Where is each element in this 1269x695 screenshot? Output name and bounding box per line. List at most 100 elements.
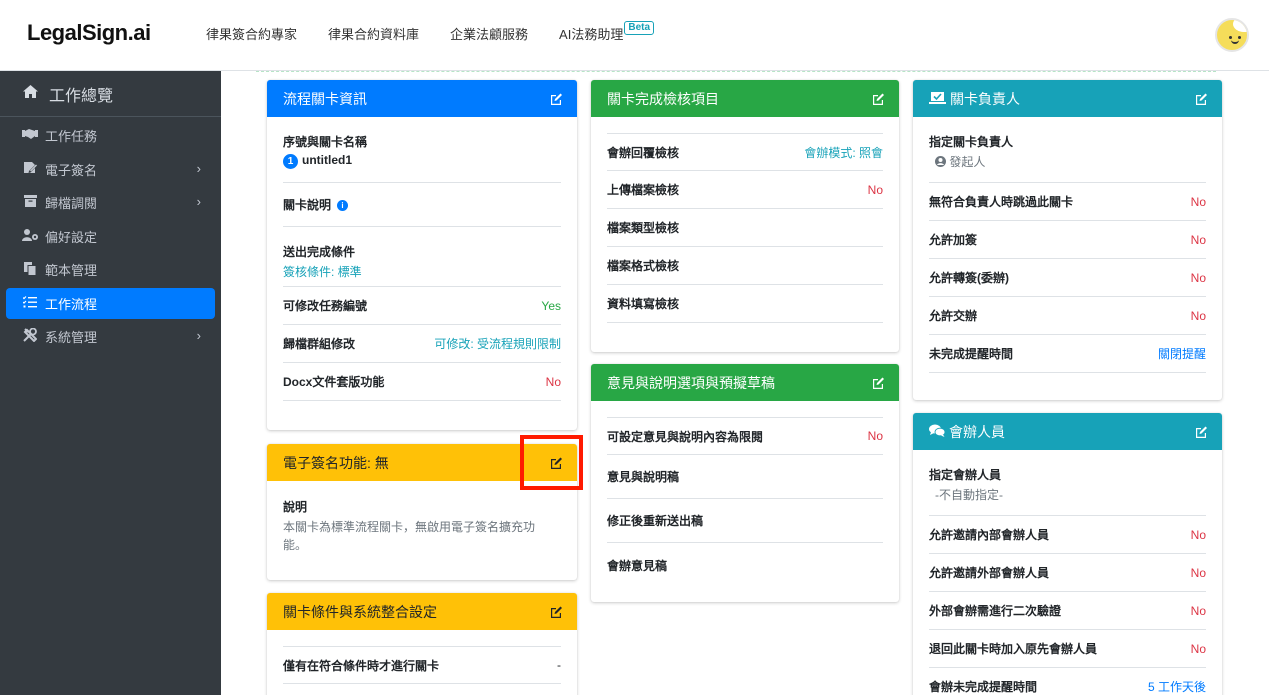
card-header: 關卡條件與系統整合設定: [267, 593, 577, 630]
chevron-right-icon: ›: [196, 194, 201, 209]
row-value: No: [1190, 603, 1206, 618]
sidebar-item-label: 偏好設定: [45, 229, 98, 245]
sidebar-item-system[interactable]: 系統管理 ›: [6, 321, 215, 352]
seq-label: 序號與關卡名稱: [283, 135, 368, 149]
table-row: 上傳檔案檢核 No: [607, 171, 883, 209]
assign-value: 發起人: [949, 155, 986, 169]
assign-block: 指定會辦人員 -不自動指定-: [929, 450, 1206, 516]
sidebar-item-label: 電子簽名: [45, 162, 98, 178]
card-header: 會辦人員: [913, 413, 1222, 450]
row-label: 外部會辦需進行二次驗證: [929, 604, 1062, 618]
row-value: No: [1190, 194, 1206, 209]
row-label: 未完成提醒時間: [929, 347, 1014, 361]
user-circle-icon: [935, 155, 946, 169]
card-title: 意見與說明選項與預擬草稿: [607, 374, 775, 391]
row-value: No: [867, 182, 883, 197]
signature-icon: [21, 161, 39, 177]
sidebar-item-preferences[interactable]: 偏好設定: [6, 221, 215, 252]
row-value: -: [557, 658, 561, 672]
user-avatar[interactable]: [1215, 18, 1249, 52]
card-header: 意見與說明選項與預擬草稿: [591, 364, 899, 401]
edit-icon[interactable]: [1195, 92, 1208, 105]
nav-link-contract-expert[interactable]: 律果簽合約專家: [206, 24, 297, 43]
copy-icon: [21, 261, 39, 278]
card-header: 流程關卡資訊: [267, 80, 577, 117]
nav-link-ai-assistant[interactable]: AI法務助理 Beta: [559, 21, 655, 43]
row-label: 歸檔群組修改: [283, 337, 356, 351]
edit-icon[interactable]: [550, 605, 563, 618]
row-label: 可修改任務編號: [283, 299, 368, 313]
table-row: 歸檔群組修改 可修改: 受流程規則限制: [283, 325, 561, 363]
flow-info-card: 流程關卡資訊 序號與關卡名稱 1 untitled1 關卡說明 i 送出完成條件 簽…: [267, 80, 577, 430]
sidebar-item-templates[interactable]: 範本管理: [6, 254, 215, 285]
submit-label: 送出完成條件: [283, 245, 356, 259]
sidebar-item-tasks[interactable]: 工作任務: [6, 120, 215, 151]
table-row: 允許邀請內部會辦人員 No: [929, 516, 1206, 554]
table-row: 會辦回覆檢核 會辦模式: 照會: [607, 133, 883, 171]
submit-block: 送出完成條件 簽核條件: 標準: [283, 227, 561, 287]
cosign-card: 會辦人員 指定會辦人員 -不自動指定- 允許邀請內部會辦人員 No 允許邀請外部…: [913, 413, 1222, 695]
table-row: 修正後重新送出稿: [607, 499, 883, 543]
card-header: 關卡負責人: [913, 80, 1222, 117]
row-value: No: [1190, 565, 1206, 580]
sidebar-item-archive[interactable]: 歸檔調閱 ›: [6, 187, 215, 218]
user-cog-icon: [21, 228, 39, 244]
table-row: 會辦未完成提醒時間 5 工作天後: [929, 668, 1206, 695]
submit-value: 簽核條件: 標準: [283, 265, 362, 279]
row-value: No: [1190, 270, 1206, 285]
sidebar-item-label: 工作流程: [45, 296, 98, 312]
row-label: 會辦回覆檢核: [607, 145, 680, 160]
row-label: 修正後重新送出稿: [607, 514, 704, 528]
sidebar-header-label: 工作總覽: [49, 87, 114, 105]
row-label: 會辦未完成提醒時間: [929, 680, 1038, 694]
brand-logo[interactable]: LegalSign.ai: [27, 20, 151, 46]
list-check-icon: [21, 295, 39, 311]
desc-text: 本關卡為標準流程關卡，無啟用電子簽名擴充功能。: [283, 520, 536, 552]
desc-label: 關卡說明: [283, 198, 332, 212]
check-card: 關卡完成檢核項目 會辦回覆檢核 會辦模式: 照會 上傳檔案檢核 No 檔案類型檢…: [591, 80, 899, 352]
top-navbar: LegalSign.ai 律果簽合約專家 律果合約資料庫 企業法顧服務 AI法務…: [0, 0, 1269, 71]
condition-card: 關卡條件與系統整合設定 僅有在符合條件時才進行關卡 -: [267, 593, 577, 695]
nav-link-legal-consulting[interactable]: 企業法顧服務: [450, 24, 528, 43]
card-title: 電子簽名功能: 無: [283, 454, 389, 471]
row-value: 可修改: 受流程規則限制: [434, 337, 561, 351]
edit-icon[interactable]: [550, 92, 563, 105]
edit-icon[interactable]: [872, 92, 885, 105]
sidebar-item-workflow[interactable]: 工作流程: [6, 287, 215, 319]
assign-label: 指定關卡負責人: [929, 135, 1014, 149]
row-label: 無符合負責人時跳過此關卡: [929, 195, 1074, 209]
edit-icon[interactable]: [872, 376, 885, 389]
row-label: 允許加簽: [929, 233, 978, 247]
sidebar-item-label: 範本管理: [45, 263, 98, 278]
beta-badge: Beta: [624, 21, 655, 35]
desc-row: 關卡說明 i: [283, 183, 561, 227]
desc-label: 說明: [283, 500, 308, 514]
info-icon[interactable]: i: [337, 200, 349, 211]
card-title: 關卡負責人: [950, 90, 1020, 107]
assign-value: -不自動指定-: [935, 488, 1003, 502]
table-row: 資料填寫檢核: [607, 285, 883, 323]
card-title: 關卡條件與系統整合設定: [283, 603, 437, 620]
card-title: 流程關卡資訊: [283, 90, 367, 107]
sidebar-header[interactable]: 工作總覽: [0, 71, 221, 117]
sidebar-item-esign[interactable]: 電子簽名 ›: [6, 154, 215, 185]
row-value: No: [545, 374, 561, 389]
row-label: 僅有在符合條件時才進行關卡: [283, 658, 440, 673]
row-label: 允許轉簽(委辦): [929, 271, 1009, 285]
row-value: No: [1190, 641, 1206, 656]
row-label: Docx文件套版功能: [283, 375, 385, 389]
tools-icon: [21, 327, 39, 345]
table-row: 可修改任務編號 Yes: [283, 287, 561, 325]
card-title: 關卡完成檢核項目: [607, 90, 719, 107]
nav-link-contract-database[interactable]: 律果合約資料庫: [328, 24, 419, 43]
row-label: 退回此關卡時加入原先會辦人員: [929, 642, 1098, 656]
card-header: 關卡完成檢核項目: [591, 80, 899, 117]
row-label: 可設定意見與說明內容為限閱: [607, 429, 764, 444]
table-row: 意見與說明稿: [607, 455, 883, 499]
edit-icon[interactable]: [1195, 425, 1208, 438]
row-value: No: [1190, 527, 1206, 542]
table-row: 檔案類型檢核: [607, 209, 883, 247]
table-row: 外部會辦需進行二次驗證 No: [929, 592, 1206, 630]
table-row: 允許轉簽(委辦) No: [929, 259, 1206, 297]
assign-label: 指定會辦人員: [929, 468, 1002, 482]
